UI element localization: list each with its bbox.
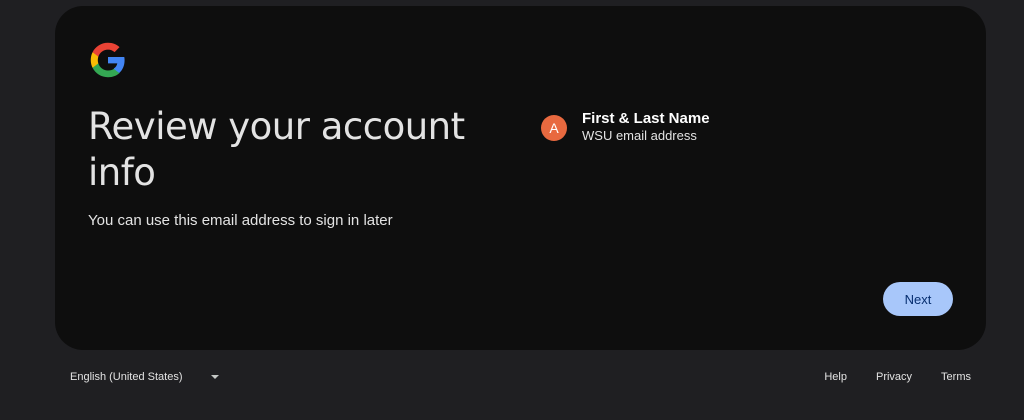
privacy-link[interactable]: Privacy: [876, 371, 912, 383]
help-link[interactable]: Help: [824, 371, 847, 383]
footer-links: Help Privacy Terms: [795, 371, 971, 383]
account-details: First & Last Name WSU email address: [582, 110, 710, 144]
account-review-card: Review your account info You can use thi…: [55, 6, 986, 350]
account-chip: A First & Last Name WSU email address: [541, 110, 710, 144]
language-select-value: English (United States): [70, 371, 183, 383]
footer: English (United States) Help Privacy Ter…: [0, 360, 1024, 396]
google-logo-icon: [90, 42, 125, 78]
terms-link[interactable]: Terms: [941, 371, 971, 383]
page-subtitle: You can use this email address to sign i…: [88, 212, 393, 229]
account-name: First & Last Name: [582, 110, 710, 127]
account-email: WSU email address: [582, 128, 697, 143]
page-title: Review your account info: [88, 105, 465, 194]
avatar: A: [541, 115, 567, 141]
language-select[interactable]: English (United States): [70, 371, 219, 383]
next-button[interactable]: Next: [883, 282, 953, 316]
chevron-down-icon: [210, 375, 219, 379]
